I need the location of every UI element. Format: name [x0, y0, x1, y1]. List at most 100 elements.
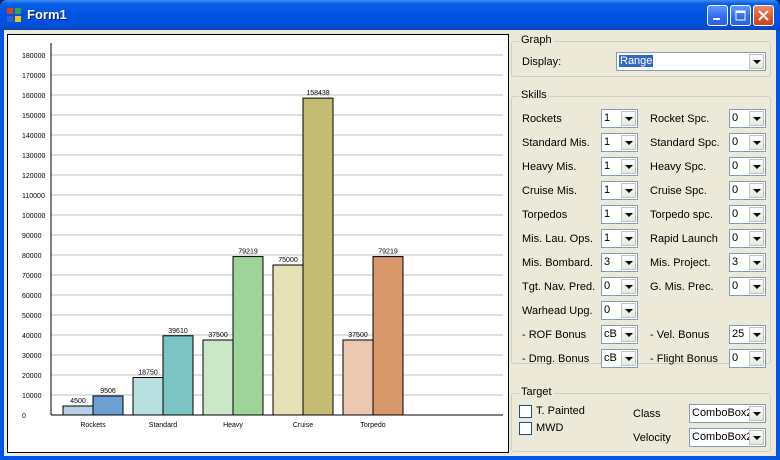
skill-level-combobox[interactable]: 0 — [729, 277, 766, 296]
skill-level-combobox[interactable]: 0 — [729, 205, 766, 224]
chevron-down-icon[interactable] — [621, 279, 636, 294]
y-tick-label: 30000 — [22, 353, 42, 360]
t-painted-checkbox[interactable] — [519, 405, 532, 418]
skill-level-combobox[interactable]: 1 — [601, 157, 638, 176]
chevron-down-icon[interactable] — [749, 351, 764, 366]
skill-level-combobox[interactable]: 1 — [601, 109, 638, 128]
x-tick-label: Torpedo — [360, 422, 385, 429]
chevron-down-icon[interactable] — [749, 183, 764, 198]
minimize-button[interactable] — [707, 5, 728, 26]
chevron-down-icon[interactable] — [621, 111, 636, 126]
y-tick-label: 50000 — [22, 313, 42, 320]
skill-label: - Flight Bonus — [650, 353, 718, 365]
chevron-down-icon[interactable] — [621, 207, 636, 222]
maximize-button[interactable] — [730, 5, 751, 26]
display-combobox-value: Range — [619, 55, 654, 67]
skill-level-value: 1 — [604, 136, 611, 148]
chevron-down-icon[interactable] — [749, 207, 764, 222]
skill-level-combobox[interactable]: 1 — [601, 205, 638, 224]
chevron-down-icon[interactable] — [749, 327, 764, 342]
y-tick-label: 140000 — [22, 133, 45, 140]
y-tick-label: 60000 — [22, 293, 42, 300]
y-tick-label: 150000 — [22, 113, 45, 120]
skill-level-combobox[interactable]: 1 — [601, 181, 638, 200]
skill-level-combobox[interactable]: 0 — [729, 157, 766, 176]
skill-level-value: cB — [604, 352, 617, 364]
bar-data-label: 39610 — [168, 328, 188, 335]
chevron-down-icon[interactable] — [749, 255, 764, 270]
bar-data-label: 37500 — [348, 332, 368, 339]
skill-level-combobox[interactable]: 0 — [729, 109, 766, 128]
skill-level-combobox[interactable]: 25 — [729, 325, 766, 344]
graph-legend: Graph — [519, 34, 554, 46]
skill-level-combobox[interactable]: 0 — [601, 277, 638, 296]
skill-level-combobox[interactable]: 1 — [601, 229, 638, 248]
display-label: Display: — [522, 56, 562, 68]
close-button[interactable] — [753, 5, 774, 26]
velocity-combobox[interactable]: ComboBox2 — [689, 428, 766, 447]
y-tick-label: 10000 — [22, 393, 42, 400]
bar-data-label: 75000 — [278, 257, 298, 264]
chevron-down-icon[interactable] — [621, 183, 636, 198]
skill-level-combobox[interactable]: 0 — [729, 229, 766, 248]
target-group: Target T. Painted MWD Class ComboBox2 Ve… — [511, 386, 771, 452]
maximize-icon — [735, 10, 746, 21]
skill-level-combobox[interactable]: 0 — [729, 349, 766, 368]
chevron-down-icon[interactable] — [621, 255, 636, 270]
chevron-down-icon[interactable] — [621, 351, 636, 366]
skill-label: Rapid Launch — [650, 233, 718, 245]
skill-level-combobox[interactable]: 3 — [601, 253, 638, 272]
skill-label: Mis. Lau. Ops. — [522, 233, 593, 245]
skill-level-combobox[interactable]: 0 — [729, 181, 766, 200]
chevron-down-icon[interactable] — [621, 231, 636, 246]
class-combobox[interactable]: ComboBox2 — [689, 404, 766, 423]
x-tick-label: Standard — [149, 422, 178, 429]
chevron-down-icon[interactable] — [749, 279, 764, 294]
skill-level-value: cB — [604, 328, 617, 340]
bar-data-label: 37500 — [208, 332, 228, 339]
display-combobox[interactable]: Range — [616, 52, 766, 71]
skill-level-value: 0 — [732, 352, 739, 364]
skill-level-value: 3 — [604, 256, 611, 268]
chevron-down-icon[interactable] — [621, 327, 636, 342]
skill-label: Heavy Mis. — [522, 161, 577, 173]
skill-level-value: 0 — [732, 280, 739, 292]
skill-level-value: 0 — [732, 160, 739, 172]
chevron-down-icon[interactable] — [749, 111, 764, 126]
bar — [232, 256, 264, 416]
skill-level-combobox[interactable]: 3 — [729, 253, 766, 272]
chevron-down-icon[interactable] — [621, 135, 636, 150]
mwd-checkbox[interactable] — [519, 422, 532, 435]
skill-level-combobox[interactable]: 0 — [601, 301, 638, 320]
chevron-down-icon[interactable] — [749, 159, 764, 174]
chevron-down-icon[interactable] — [749, 231, 764, 246]
skill-level-combobox[interactable]: 0 — [729, 133, 766, 152]
skill-level-value: 0 — [732, 136, 739, 148]
skills-group: Skills Rockets 1 Standard Mis. 1 Heavy Mis. 1… — [511, 89, 771, 368]
velocity-combobox-value: ComboBox2 — [692, 431, 753, 443]
range-bar-chart: 0 10000 20000 30000 40000 50000 60000 70000 8000… — [22, 43, 503, 429]
skill-level-combobox[interactable]: cB — [601, 325, 638, 344]
bar-data-label: 79219 — [238, 249, 258, 256]
chevron-down-icon[interactable] — [749, 54, 764, 69]
chevron-down-icon[interactable] — [749, 406, 764, 421]
skill-level-combobox[interactable]: 1 — [601, 133, 638, 152]
chevron-down-icon[interactable] — [749, 430, 764, 445]
bar — [342, 339, 374, 416]
y-tick-label: 80000 — [22, 253, 42, 260]
skill-level-value: 1 — [604, 160, 611, 172]
y-tick-label: 100000 — [22, 213, 45, 220]
y-tick-label: 170000 — [22, 73, 45, 80]
skill-level-combobox[interactable]: cB — [601, 349, 638, 368]
chevron-down-icon[interactable] — [621, 159, 636, 174]
y-tick-label: 110000 — [22, 193, 45, 200]
class-combobox-value: ComboBox2 — [692, 407, 753, 419]
chevron-down-icon[interactable] — [749, 135, 764, 150]
skill-label: Rocket Spc. — [650, 113, 710, 125]
title-bar[interactable]: Form1 — [0, 0, 780, 30]
velocity-label: Velocity — [633, 432, 671, 444]
y-tick-label: 70000 — [22, 273, 42, 280]
skills-legend: Skills — [519, 89, 549, 101]
chevron-down-icon[interactable] — [621, 303, 636, 318]
y-tick-label: 0 — [22, 413, 26, 420]
